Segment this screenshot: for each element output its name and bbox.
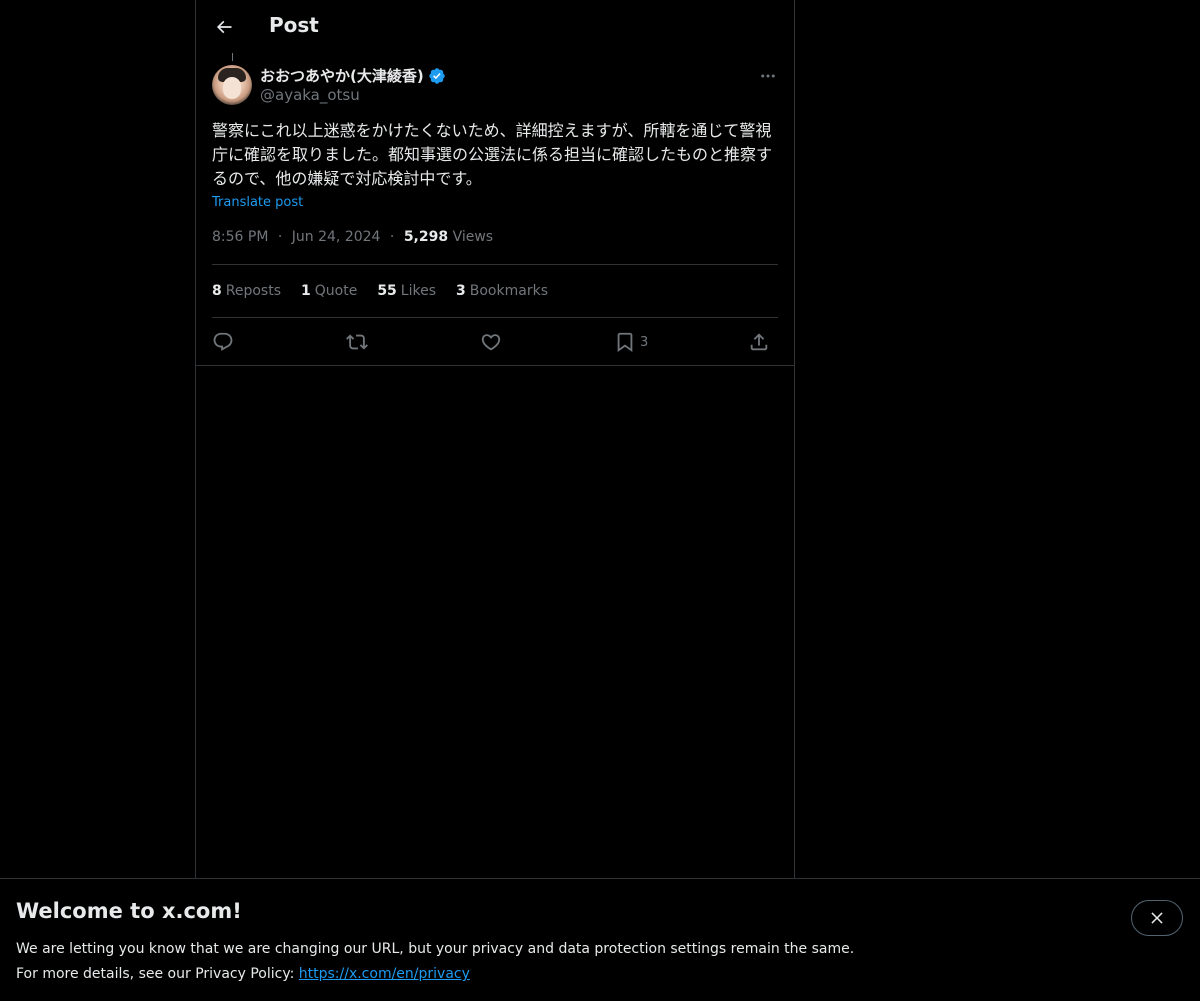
reposts-label: Reposts (225, 283, 281, 299)
reply-button[interactable] (212, 328, 234, 356)
author-handle[interactable]: @ayaka_otsu (260, 86, 360, 104)
close-banner-button[interactable] (1131, 900, 1183, 936)
quotes-stat[interactable]: 1 Quote (301, 283, 357, 299)
reposts-count: 8 (212, 283, 222, 299)
avatar[interactable] (212, 65, 252, 105)
more-horizontal-icon (761, 74, 775, 78)
banner-line-1: We are letting you know that we are chan… (16, 941, 855, 957)
banner-message: We are letting you know that we are chan… (16, 937, 1096, 987)
post-text: 警察にこれ以上迷惑をかけたくないため、詳細控えますが、所轄を通じて警視庁に確認を… (212, 121, 773, 188)
privacy-policy-link[interactable]: https://x.com/en/privacy (299, 966, 470, 982)
author-display-name[interactable]: おおつあやか(大津綾香) (260, 65, 424, 86)
avatar-face (223, 77, 241, 99)
quotes-label: Quote (314, 283, 358, 299)
bookmark-icon (617, 332, 633, 353)
likes-count: 55 (377, 283, 397, 299)
more-options-button[interactable] (756, 64, 780, 88)
thread-connector-line (232, 53, 233, 61)
verified-badge-icon[interactable] (428, 67, 446, 85)
welcome-banner: Welcome to x.com! We are letting you kno… (0, 878, 1200, 1001)
quotes-count: 1 (301, 283, 311, 299)
like-button[interactable] (480, 328, 502, 356)
page-header: Post (196, 0, 794, 53)
likes-label: Likes (400, 283, 437, 299)
heart-icon (481, 334, 501, 351)
author-name-row[interactable]: おおつあやか(大津綾香) (260, 65, 446, 86)
reposts-stat[interactable]: 8 Reposts (212, 283, 281, 299)
banner-line-2: For more details, see our Privacy Policy… (16, 962, 1096, 987)
share-button[interactable] (748, 328, 770, 356)
divider (196, 365, 794, 366)
share-icon (750, 333, 768, 351)
banner-line-2-prefix: For more details, see our Privacy Policy… (16, 966, 299, 982)
views-label: Views (452, 229, 494, 245)
banner-title: Welcome to x.com! (16, 899, 242, 923)
bookmarks-stat[interactable]: 3 Bookmarks (456, 283, 548, 299)
bookmarks-count: 3 (456, 283, 466, 299)
arrow-left-icon (216, 20, 232, 34)
likes-stat[interactable]: 55 Likes (377, 283, 436, 299)
divider (212, 264, 778, 265)
primary-column: Post おおつあやか(大津綾香) @ayaka_otsu 警察にこれ以上迷惑を… (195, 0, 795, 878)
back-button[interactable] (208, 11, 240, 43)
engagement-stats: 8 Reposts 1 Quote 55 Likes 3 Bookmarks (212, 283, 548, 299)
repost-button[interactable] (346, 328, 368, 356)
translate-post-link[interactable]: Translate post (212, 195, 303, 210)
meta-separator: · (277, 229, 283, 245)
reply-icon (213, 332, 233, 351)
bookmarks-label: Bookmarks (469, 283, 548, 299)
close-icon (1151, 912, 1163, 924)
repost-icon (346, 334, 368, 350)
post-time[interactable]: 8:56 PM (212, 229, 268, 245)
views-count: 5,298 (403, 229, 449, 245)
action-bar: 3 (212, 328, 778, 356)
page-title: Post (269, 13, 319, 37)
meta-separator: · (389, 229, 395, 245)
bookmark-count: 3 (640, 334, 649, 350)
post-date[interactable]: Jun 24, 2024 (292, 229, 381, 245)
bookmark-button[interactable]: 3 (614, 328, 648, 356)
post-metadata: 8:56 PM · Jun 24, 2024 · 5,298 Views (212, 229, 493, 245)
divider (212, 317, 778, 318)
